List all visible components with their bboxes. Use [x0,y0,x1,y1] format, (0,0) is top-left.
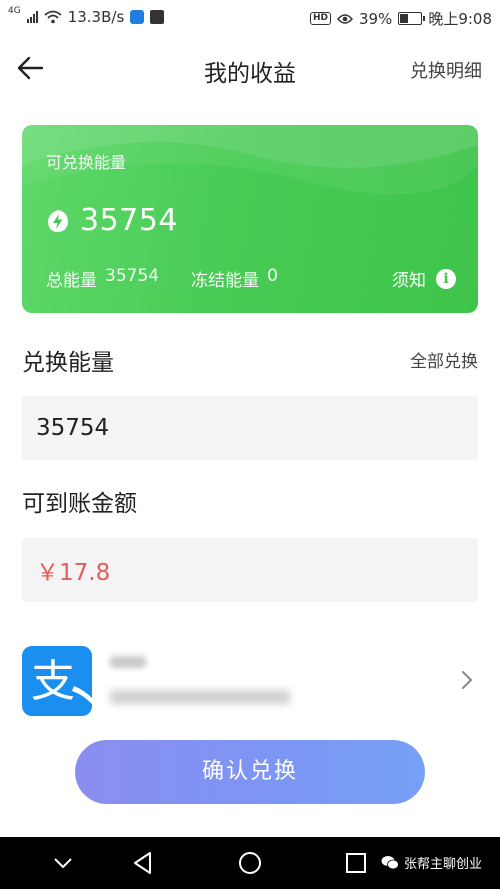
status-bar: 4G 13.3B/s HD 39% 晚上9:08 [0,0,500,34]
arrival-amount-value: ￥17.8 [22,538,478,602]
energy-card: 可兑换能量 35754 总能量 35754 冻结能量 0 须知 i [22,125,478,313]
chevron-right-icon [462,671,473,689]
wifi-icon [44,10,62,24]
network-type-label: 4G [8,6,21,16]
notice-button[interactable]: 须知 i [392,266,456,291]
exchange-all-link[interactable]: 全部兑换 [410,347,478,372]
exchange-energy-input[interactable]: 35754 [22,396,478,460]
alipay-logo: 支 [22,646,92,716]
header: 我的收益 兑换明细 [0,40,500,96]
confirm-exchange-button[interactable]: 确认兑换 [75,740,425,804]
exchange-details-link[interactable]: 兑换明细 [410,57,482,83]
signal-icon [26,11,38,23]
nav-home-icon[interactable] [237,850,263,876]
exchange-energy-title: 兑换能量 [22,350,114,376]
status-time: 晚上9:08 [428,10,492,28]
alipay-logo-char: 支 [31,656,75,707]
notice-label: 须知 [392,271,426,291]
network-speed: 13.3B/s [67,8,125,26]
eye-icon [336,13,353,24]
arrival-amount-title: 可到账金额 [22,491,137,517]
energy-bolt-icon [48,209,68,232]
hd-badge: HD [309,12,331,25]
info-icon: i [436,268,456,289]
total-energy-value: 35754 [105,266,160,286]
nav-back-icon[interactable] [130,850,156,876]
battery-percent: 39% [358,9,393,28]
frozen-energy-label: 冻结能量 [191,271,260,291]
wechat-icon [381,856,399,870]
app-notification-icon-2 [150,10,165,24]
exchangeable-energy-label: 可兑换能量 [46,153,127,172]
alipay-icon: 支 [31,656,92,707]
frozen-energy-value: 0 [267,266,278,286]
app-notification-icon [130,10,145,24]
nav-collapse-icon[interactable] [50,850,76,876]
account-number-blurred [110,690,290,704]
nav-recents-icon[interactable] [343,850,369,876]
watermark: 张帮主聊创业 [381,853,482,872]
alipay-account-row[interactable]: 支 [22,640,478,720]
system-nav-bar: 张帮主聊创业 [0,837,500,889]
account-name-blurred [110,656,146,668]
exchangeable-energy-amount: 35754 [80,203,178,238]
watermark-text: 张帮主聊创业 [403,857,482,872]
total-energy-label: 总能量 [46,271,97,291]
battery-icon [398,12,426,25]
